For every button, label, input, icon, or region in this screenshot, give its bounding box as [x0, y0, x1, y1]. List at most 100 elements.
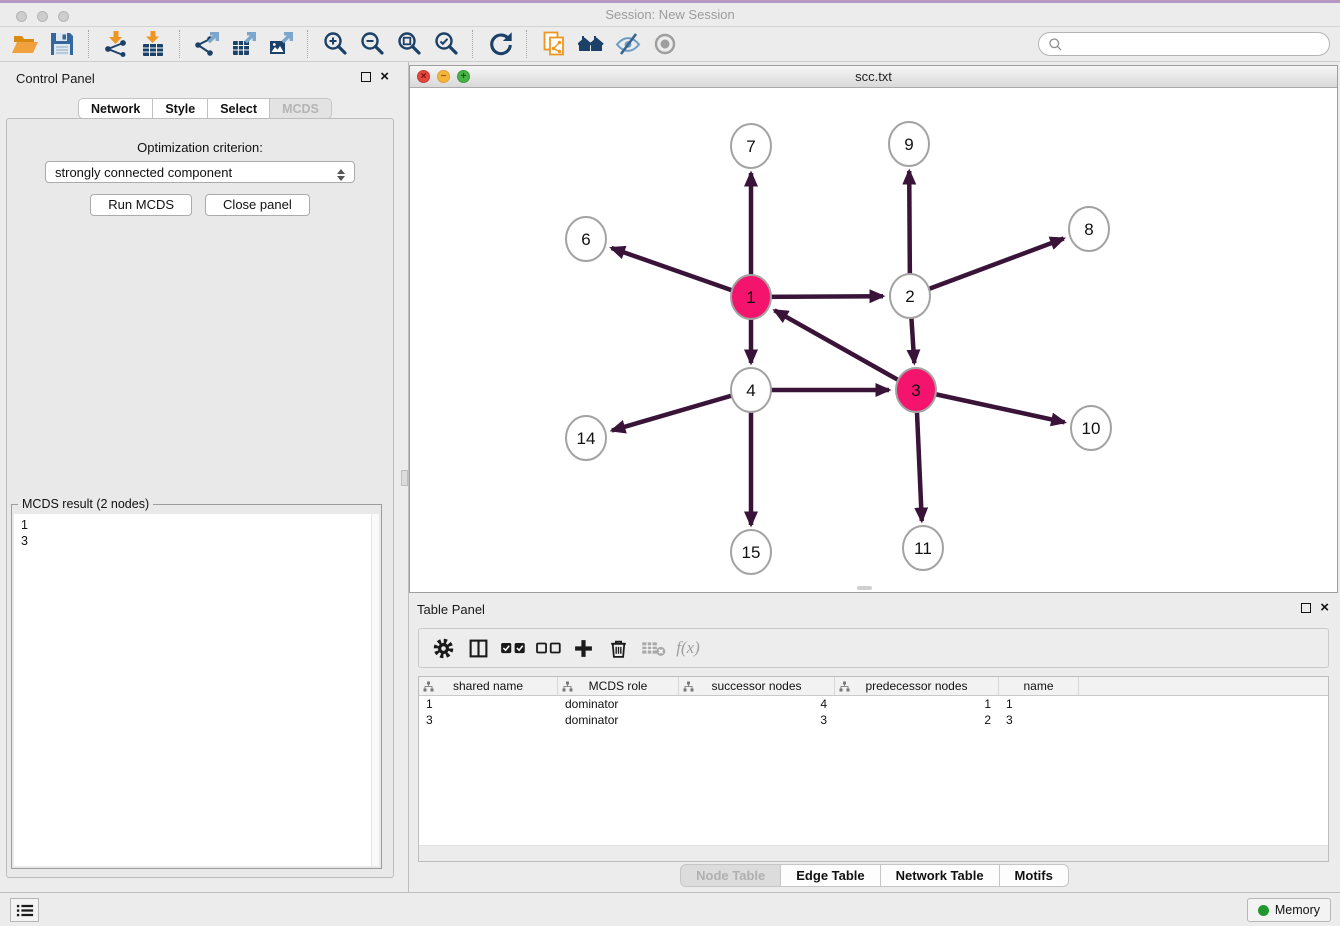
table-cell[interactable]: 3: [679, 712, 835, 728]
save-session-button[interactable]: [43, 29, 80, 59]
zoom-selected-button[interactable]: [427, 29, 464, 59]
node-6[interactable]: 6: [566, 217, 606, 261]
node-label: 7: [746, 137, 755, 156]
zoom-window-button[interactable]: [58, 11, 69, 22]
node-7[interactable]: 7: [731, 124, 771, 168]
close-table-panel-icon[interactable]: [1320, 603, 1329, 613]
tab-motifs[interactable]: Motifs: [1000, 864, 1069, 887]
show-graphics-details-icon: [652, 31, 678, 57]
table-hscroll-track[interactable]: [419, 845, 1328, 861]
export-network-button[interactable]: [188, 29, 225, 59]
edge-2-8[interactable]: [910, 239, 1064, 297]
zoom-fit-icon: [396, 31, 422, 57]
tab-mcds[interactable]: MCDS: [270, 98, 332, 119]
node-9[interactable]: 9: [889, 122, 929, 166]
table-cell[interactable]: 3: [419, 712, 558, 728]
hide-graphics-details-icon: [615, 31, 641, 57]
node-2[interactable]: 2: [890, 274, 930, 318]
node-11[interactable]: 11: [903, 526, 943, 570]
table-settings-button[interactable]: [428, 634, 458, 662]
run-mcds-button[interactable]: Run MCDS: [90, 194, 192, 216]
tab-node-table[interactable]: Node Table: [680, 864, 781, 887]
node-1[interactable]: 1: [731, 275, 771, 319]
hide-graphics-details-button[interactable]: [609, 29, 646, 59]
create-column-button[interactable]: [568, 634, 598, 662]
edge-4-14[interactable]: [612, 390, 751, 431]
memory-button[interactable]: Memory: [1247, 898, 1331, 922]
optimization-criterion-select[interactable]: strongly connected component: [45, 161, 355, 183]
table-cell[interactable]: 4: [679, 696, 835, 712]
close-network-button[interactable]: [417, 70, 430, 83]
table-cell[interactable]: dominator: [558, 696, 679, 712]
minimize-network-button[interactable]: [437, 70, 450, 83]
table-cell[interactable]: 1: [835, 696, 999, 712]
zoom-in-button[interactable]: [316, 29, 353, 59]
export-table-button[interactable]: [225, 29, 262, 59]
export-image-button[interactable]: [262, 29, 299, 59]
node-4[interactable]: 4: [731, 368, 771, 412]
table-cell[interactable]: 3: [999, 712, 1079, 728]
node-3[interactable]: 3: [896, 368, 936, 412]
show-graphics-details-button[interactable]: [646, 29, 683, 59]
float-table-panel-icon[interactable]: [1301, 603, 1311, 613]
column-header-shared-name[interactable]: shared name: [419, 677, 558, 695]
table-cell[interactable]: 2: [835, 712, 999, 728]
import-network-button[interactable]: [97, 29, 134, 59]
edge-1-6[interactable]: [612, 248, 752, 297]
zoom-out-button[interactable]: [353, 29, 390, 59]
table-row[interactable]: 3dominator323: [419, 712, 1328, 728]
toolbar-separator: [307, 30, 308, 58]
column-header-predecessor-nodes[interactable]: predecessor nodes: [835, 677, 999, 695]
tab-select[interactable]: Select: [208, 98, 270, 119]
node-10[interactable]: 10: [1071, 406, 1111, 450]
panel-split-handle[interactable]: [401, 470, 408, 486]
zoom-network-button[interactable]: [457, 70, 470, 83]
search-box[interactable]: [1038, 32, 1330, 56]
column-header-label: shared name: [453, 679, 523, 693]
node-8[interactable]: 8: [1069, 207, 1109, 251]
delete-columns-button[interactable]: [603, 634, 633, 662]
result-scrollbar[interactable]: [371, 514, 379, 866]
network-window-titlebar[interactable]: scc.txt: [410, 66, 1337, 88]
edge-3-1[interactable]: [775, 310, 917, 390]
column-header-successor-nodes[interactable]: successor nodes: [679, 677, 835, 695]
table-cell[interactable]: dominator: [558, 712, 679, 728]
node-label: 2: [905, 287, 914, 306]
zoom-fit-button[interactable]: [390, 29, 427, 59]
task-history-button[interactable]: [10, 898, 39, 922]
column-header-name[interactable]: name: [999, 677, 1079, 695]
select-all-columns-button[interactable]: [498, 634, 528, 662]
toolbar-separator: [88, 30, 89, 58]
column-header-MCDS-role[interactable]: MCDS role: [558, 677, 679, 695]
table-cell[interactable]: 1: [419, 696, 558, 712]
import-table-button[interactable]: [134, 29, 171, 59]
table-row[interactable]: 1dominator411: [419, 696, 1328, 712]
tab-network[interactable]: Network: [78, 98, 153, 119]
float-panel-icon[interactable]: [361, 72, 371, 82]
network-graph[interactable]: 1 2 3 4 6 7 8 9 10 11 14 15: [410, 88, 1337, 591]
table-settings-icon: [433, 638, 454, 659]
refresh-view-button[interactable]: [481, 29, 518, 59]
table-cell[interactable]: 1: [999, 696, 1079, 712]
network-hscroll-handle[interactable]: [857, 586, 872, 590]
node-label: 1: [746, 288, 755, 307]
tab-style[interactable]: Style: [153, 98, 208, 119]
node-14[interactable]: 14: [566, 416, 606, 460]
toolbar-separator: [472, 30, 473, 58]
search-input[interactable]: [1068, 37, 1320, 52]
node-table[interactable]: shared name MCDS rolesuccessor nodesprede…: [418, 676, 1329, 862]
toolbar-separator: [526, 30, 527, 58]
close-window-button[interactable]: [16, 11, 27, 22]
minimize-window-button[interactable]: [37, 11, 48, 22]
clone-network-button[interactable]: [535, 29, 572, 59]
network-overview-button[interactable]: [572, 29, 609, 59]
deselect-all-columns-button[interactable]: [533, 634, 563, 662]
edge-3-10[interactable]: [916, 390, 1065, 422]
close-panel-button[interactable]: Close panel: [205, 194, 310, 216]
node-15[interactable]: 15: [731, 530, 771, 574]
tab-network-table[interactable]: Network Table: [881, 864, 1000, 887]
split-view-button[interactable]: [463, 634, 493, 662]
tab-edge-table[interactable]: Edge Table: [781, 864, 880, 887]
close-panel-icon[interactable]: [380, 72, 389, 82]
open-session-button[interactable]: [6, 29, 43, 59]
